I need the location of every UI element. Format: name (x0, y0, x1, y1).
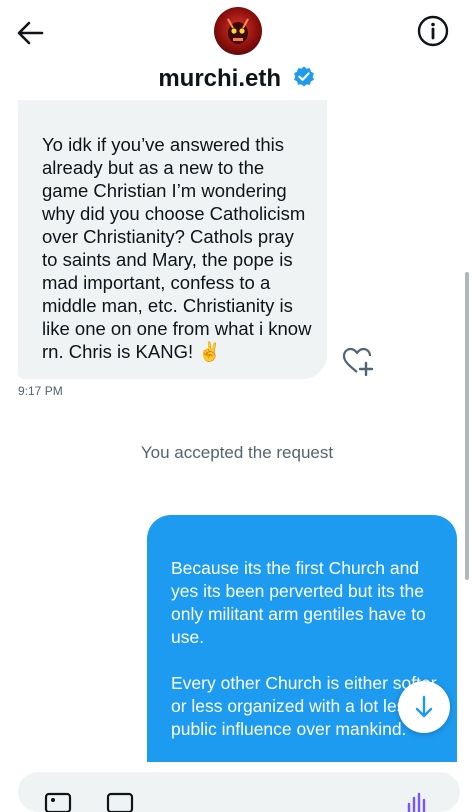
conversation-info-button[interactable] (416, 14, 450, 48)
incoming-message-timestamp: 9:17 PM (18, 384, 63, 398)
add-reaction-button[interactable] (341, 346, 375, 377)
info-icon (417, 15, 449, 47)
message-composer (0, 762, 474, 812)
add-reaction-icon (342, 347, 374, 377)
incoming-message-text: Yo idk if you’ve answered this already b… (42, 134, 312, 362)
outgoing-message-bubble[interactable]: Because its the first Church and yes its… (147, 515, 457, 775)
back-button[interactable] (14, 16, 48, 50)
message-input[interactable] (18, 772, 460, 812)
scrollbar[interactable] (465, 272, 469, 580)
scroll-to-bottom-button[interactable] (398, 681, 450, 733)
arrow-down-icon (415, 695, 433, 718)
request-accepted-notice: You accepted the request (140, 443, 334, 462)
contact-name-row[interactable]: murchi.eth (0, 64, 474, 94)
conversation-header: murchi.eth (0, 0, 474, 100)
avatar[interactable] (214, 7, 262, 55)
avatar-image (226, 17, 250, 44)
gif-icon[interactable] (106, 792, 134, 812)
outgoing-message-text: Because its the first Church and yes its… (171, 558, 437, 739)
voice-icon[interactable] (404, 792, 432, 812)
incoming-message-bubble[interactable]: Yo idk if you’ve answered this already b… (18, 100, 327, 379)
image-icon[interactable] (44, 792, 72, 812)
contact-name: murchi.eth (158, 65, 281, 92)
verified-badge-icon (293, 66, 314, 87)
back-arrow-icon (17, 21, 44, 45)
